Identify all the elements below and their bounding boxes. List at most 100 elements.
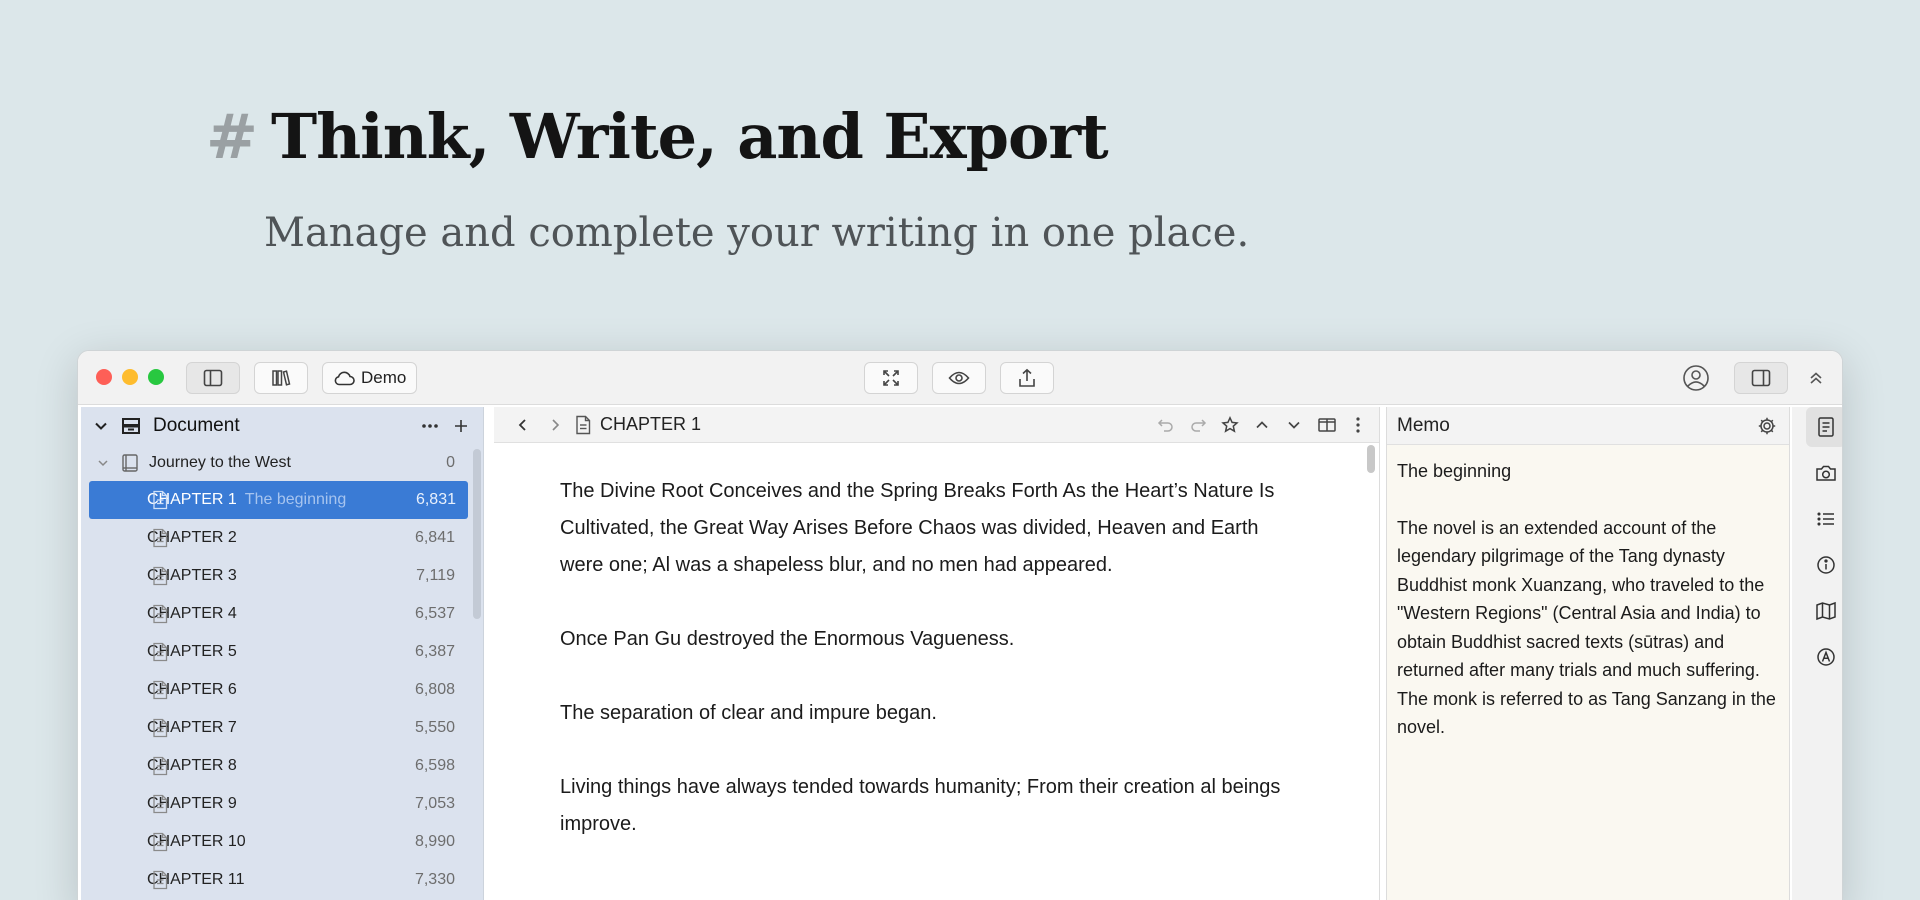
document-icon	[153, 528, 168, 548]
demo-label: Demo	[361, 368, 407, 387]
back-icon[interactable]	[516, 417, 530, 433]
fullscreen-button[interactable]	[864, 362, 918, 394]
sidebar-header: Document	[81, 407, 483, 445]
redo-icon[interactable]	[1189, 416, 1207, 434]
editor-paragraph: Once Pan Gu destroyed the Enormous Vague…	[560, 628, 1015, 650]
list-icon	[1817, 512, 1834, 526]
forward-icon[interactable]	[548, 417, 562, 433]
chapter-list: CHAPTER 1 The beginning 6,831 CHAPTER 2 6,84…	[81, 481, 483, 899]
sidebar-chapter-item[interactable]: CHAPTER 4 6,537	[81, 595, 483, 633]
memo-panel: Memo The beginning The novel is an exten…	[1386, 407, 1790, 900]
hero-title-text: Think, Write, and Export	[270, 100, 1109, 173]
camera-icon	[1816, 465, 1836, 481]
chevron-up-icon[interactable]	[1253, 416, 1271, 434]
zoom-window-button[interactable]	[148, 369, 164, 385]
sidebar-chapter-item[interactable]: CHAPTER 8 6,598	[81, 747, 483, 785]
sidebar-chapter-item[interactable]: CHAPTER 6 6,808	[81, 671, 483, 709]
toggle-right-panel-button[interactable]	[1734, 362, 1788, 394]
book-count: 0	[446, 454, 455, 471]
share-icon	[1019, 368, 1035, 387]
document-icon	[153, 680, 168, 700]
editor-paragraph: Living things have always tended towards…	[560, 776, 1281, 835]
sidebar-chapter-item[interactable]: CHAPTER 1 The beginning 6,831	[89, 481, 468, 519]
chapter-word-count: 8,990	[414, 833, 455, 850]
memo-tab[interactable]	[1806, 407, 1842, 447]
minimize-window-button[interactable]	[122, 369, 138, 385]
preview-button[interactable]	[932, 362, 986, 394]
memo-body-text: The novel is an extended account of the …	[1397, 517, 1776, 738]
sidebar-chapter-item[interactable]: CHAPTER 10 8,990	[81, 823, 483, 861]
chevron-double-up-icon	[1810, 372, 1822, 384]
document-icon	[153, 642, 168, 662]
memo-heading: The beginning	[1397, 461, 1512, 481]
more-icon[interactable]	[421, 417, 439, 435]
editor-text-area[interactable]: The Divine Root Conceives and the Spring…	[494, 443, 1379, 843]
demo-sync-button[interactable]: Demo	[322, 362, 418, 394]
editor-scrollbar[interactable]	[1367, 445, 1375, 473]
editor-toolbar: CHAPTER 1	[494, 407, 1379, 443]
book-row[interactable]: Journey to the West 0	[81, 445, 483, 481]
more-vertical-icon[interactable]	[1351, 416, 1365, 434]
map-icon	[1816, 601, 1836, 621]
collapse-toolbar-button[interactable]	[1800, 363, 1832, 393]
sidebar-chapter-item[interactable]: CHAPTER 2 6,841	[81, 519, 483, 557]
outline-tab[interactable]	[1806, 499, 1842, 539]
account-button[interactable]	[1680, 363, 1712, 393]
library-icon	[272, 370, 291, 386]
editor-pane: CHAPTER 1 The Divine Root Conceives and …	[494, 407, 1380, 900]
chevron-down-icon[interactable]	[97, 457, 109, 469]
book-title: Journey to the West	[149, 454, 291, 471]
sidebar-chapter-item[interactable]: CHAPTER 9 7,053	[81, 785, 483, 823]
titlebar: Demo	[78, 351, 1842, 405]
document-icon	[153, 756, 168, 776]
book-icon	[122, 454, 138, 472]
toggle-sidebar-button[interactable]	[186, 362, 240, 394]
at-circle-icon	[1817, 648, 1835, 666]
sidebar-chapter-item[interactable]: CHAPTER 7 5,550	[81, 709, 483, 747]
right-tool-rail	[1792, 407, 1842, 900]
hero-title: # Think, Write, and Export	[206, 100, 1109, 173]
app-window: Demo Document Journey to the West 0 CHAP…	[77, 350, 1843, 900]
sidebar-left-icon	[203, 369, 223, 387]
chapter-word-count: 6,598	[414, 757, 455, 774]
document-icon	[153, 832, 168, 852]
memo-text-area[interactable]: The beginning The novel is an extended a…	[1387, 445, 1789, 742]
plus-icon[interactable]	[453, 417, 469, 435]
sidebar-right-icon	[1751, 369, 1771, 387]
sidebar-chapter-item[interactable]: CHAPTER 3 7,119	[81, 557, 483, 595]
chapter-subtitle: The beginning	[244, 491, 347, 508]
document-sidebar: Document Journey to the West 0 CHAPTER 1…	[81, 407, 484, 900]
info-icon	[1817, 556, 1835, 574]
map-tab[interactable]	[1806, 591, 1842, 631]
snapshot-tab[interactable]	[1806, 453, 1842, 493]
expand-icon	[883, 370, 899, 386]
chapter-word-count: 7,119	[416, 567, 455, 584]
close-window-button[interactable]	[96, 369, 112, 385]
info-tab[interactable]	[1806, 545, 1842, 585]
sidebar-scrollbar[interactable]	[473, 449, 481, 619]
chapter-word-count: 6,841	[414, 529, 455, 546]
document-icon	[153, 870, 168, 890]
library-button[interactable]	[254, 362, 308, 394]
sidebar-chapter-item[interactable]: CHAPTER 5 6,387	[81, 633, 483, 671]
cloud-icon	[334, 371, 355, 386]
chapter-word-count: 5,550	[414, 719, 455, 736]
gear-icon[interactable]	[1757, 416, 1777, 436]
hero-subtitle: Manage and complete your writing in one …	[264, 210, 1250, 256]
chevron-down-icon[interactable]	[1285, 416, 1303, 434]
document-icon	[153, 490, 168, 510]
export-button[interactable]	[1000, 362, 1054, 394]
chevron-down-icon[interactable]	[93, 418, 109, 434]
chapter-word-count: 6,831	[415, 491, 456, 508]
document-icon	[153, 794, 168, 814]
sidebar-chapter-item[interactable]: CHAPTER 11 7,330	[81, 861, 483, 899]
chapter-word-count: 6,808	[414, 681, 455, 698]
undo-icon[interactable]	[1157, 416, 1175, 434]
character-tab[interactable]	[1806, 637, 1842, 677]
eye-icon	[948, 371, 970, 385]
user-circle-icon	[1683, 365, 1709, 391]
split-view-icon[interactable]	[1317, 416, 1337, 434]
memo-header: Memo	[1387, 407, 1789, 445]
star-icon[interactable]	[1221, 416, 1239, 434]
document-icon	[153, 566, 168, 586]
